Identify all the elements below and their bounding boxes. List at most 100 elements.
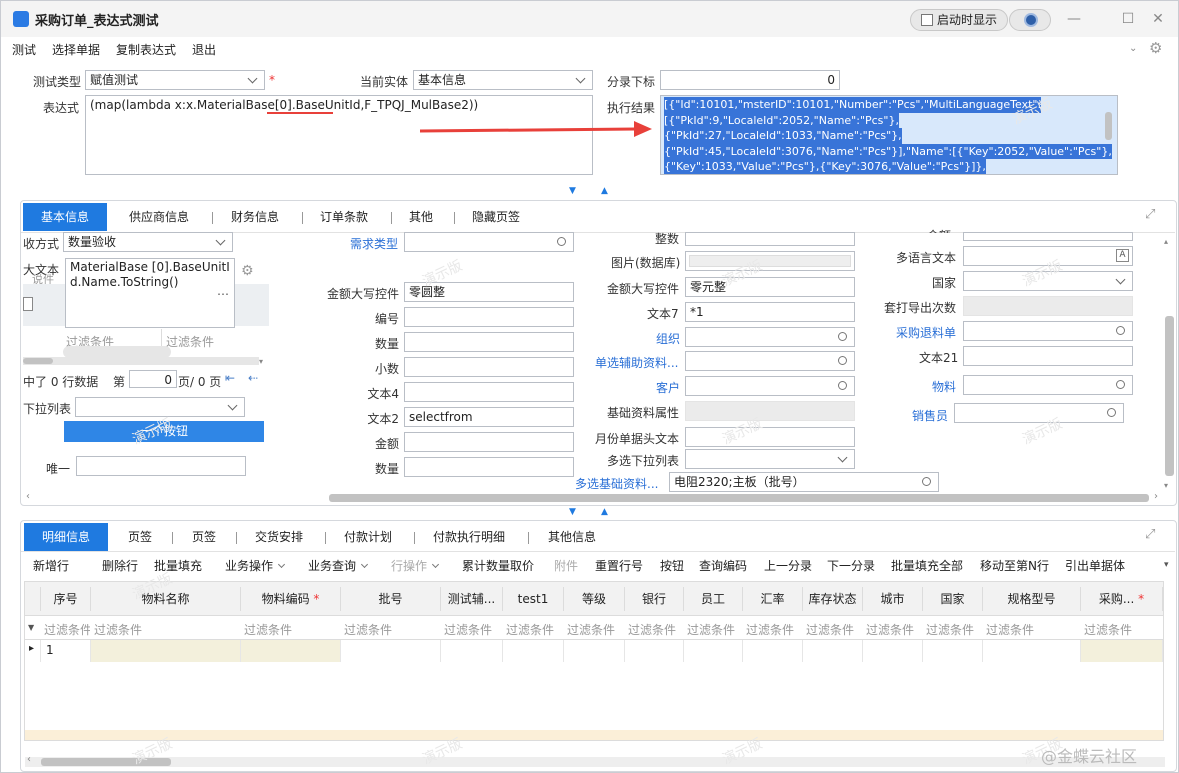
dropdown-select[interactable] — [75, 397, 245, 417]
subgrid-filter[interactable]: 过滤条件 — [166, 333, 214, 350]
column-header[interactable]: 汇率 — [743, 587, 803, 611]
grid-cell[interactable] — [441, 640, 503, 662]
settings-gear-icon[interactable]: ⚙ — [1149, 39, 1162, 57]
column-header[interactable]: 规格型号 — [983, 587, 1081, 611]
column-header[interactable]: 等级 — [564, 587, 625, 611]
unique-input[interactable] — [76, 456, 246, 476]
field-input[interactable]: selectfrom — [404, 407, 574, 427]
toolbar-item[interactable]: 删除行 — [102, 557, 138, 574]
test-type-select[interactable]: 赋值测试 — [85, 70, 265, 90]
toolbar-item[interactable]: 查询编码 — [699, 557, 747, 574]
grid-cell[interactable] — [863, 640, 923, 662]
grid-cell[interactable] — [923, 640, 983, 662]
filter-cell[interactable]: 过滤条件 — [94, 621, 240, 638]
bigtext-input[interactable]: MaterialBase [0].BaseUnitId.Name.ToStrin… — [65, 258, 235, 328]
menu-exit[interactable]: 退出 — [192, 41, 216, 58]
expand-icon[interactable]: ⤢ — [1145, 207, 1155, 222]
panel-vscroll-thumb[interactable] — [1165, 316, 1174, 476]
subgrid-scroll-down-icon[interactable]: ▾ — [259, 357, 263, 366]
toolbar-item[interactable]: 按钮 — [660, 557, 684, 574]
filter-cell[interactable]: 过滤条件 — [444, 621, 502, 638]
more-icon[interactable]: … — [217, 284, 229, 298]
toolbar-item[interactable]: 附件 — [554, 557, 578, 574]
panel-scroll-down-icon[interactable]: ▾ — [1164, 481, 1168, 490]
filter-cell[interactable]: 过滤条件 — [687, 621, 742, 638]
table-row[interactable]: ▸ 1 — [25, 640, 1163, 662]
tab-payment-plan[interactable]: 付款计划 — [344, 523, 392, 551]
customer-input[interactable] — [685, 376, 855, 396]
filter-cell[interactable]: 过滤条件 — [44, 621, 90, 638]
multi-basic-input[interactable]: 电阻2320;主板（批号） — [669, 472, 939, 492]
org-input[interactable] — [685, 327, 855, 347]
filter-cell[interactable]: 过滤条件 — [567, 621, 624, 638]
tab-page1[interactable]: 页签 — [128, 523, 152, 551]
grid-cell[interactable] — [743, 640, 803, 662]
toolbar-item[interactable]: 移动至第N行 — [980, 557, 1049, 574]
text7-input[interactable]: *1 — [685, 302, 855, 322]
startup-toggle[interactable]: 启动时显示 — [910, 9, 1008, 31]
toolbar-item[interactable]: 业务查询 — [308, 557, 369, 574]
column-header[interactable]: 测试辅... — [441, 587, 503, 611]
column-header[interactable] — [25, 587, 41, 611]
toolbar-item[interactable]: 新增行 — [33, 557, 69, 574]
column-header[interactable]: 库存状态 — [803, 587, 863, 611]
field-input[interactable] — [404, 332, 574, 352]
column-header[interactable]: test1 — [503, 587, 564, 611]
tab-other[interactable]: 其他 — [409, 203, 433, 231]
first-page-icon[interactable]: ⇤ — [225, 371, 235, 385]
subgrid-checkbox[interactable] — [23, 297, 33, 311]
tab-basic-info[interactable]: 基本信息 — [23, 203, 107, 231]
expand-icon[interactable]: ⤢ — [1145, 527, 1155, 542]
collapse-down-icon[interactable]: ▼ — [569, 507, 576, 517]
startup-checkbox[interactable] — [921, 14, 933, 26]
column-header[interactable]: 物料编码 * — [241, 587, 341, 611]
receive-method-select[interactable]: 数量验收 — [63, 232, 233, 252]
toolbar-item[interactable]: 上一分录 — [764, 557, 812, 574]
grid-cell[interactable] — [503, 640, 564, 662]
toolbar-item[interactable]: 引出单据体 — [1065, 557, 1125, 574]
filter-cell[interactable]: 过滤条件 — [506, 621, 563, 638]
tab-order-terms[interactable]: 订单条款 — [320, 203, 368, 231]
image-field[interactable] — [685, 251, 855, 271]
multi-dropdown-select[interactable] — [685, 449, 855, 469]
menu-select-bill[interactable]: 选择单据 — [52, 41, 100, 58]
grid-cell[interactable] — [564, 640, 625, 662]
money-input[interactable] — [963, 232, 1133, 241]
grid-cell[interactable] — [1081, 640, 1163, 662]
tab-detail-info[interactable]: 明细信息 — [24, 523, 108, 551]
filter-icon[interactable]: ▼ — [28, 623, 40, 632]
field-input[interactable] — [404, 457, 574, 477]
amount-caps-input[interactable]: 零元整 — [685, 277, 855, 297]
field-input[interactable] — [404, 357, 574, 377]
subgrid-hscroll-thumb[interactable] — [23, 358, 53, 364]
toolbar-item[interactable]: 批量填充全部 — [891, 557, 963, 574]
return-order-input[interactable] — [963, 321, 1133, 341]
month-text-input[interactable] — [685, 427, 855, 447]
column-header[interactable]: 国家 — [923, 587, 983, 611]
text21-input[interactable] — [963, 346, 1133, 366]
column-header[interactable]: 批号 — [341, 587, 441, 611]
close-icon[interactable]: ✕ — [1147, 9, 1169, 29]
integer-input[interactable] — [685, 232, 855, 246]
filter-cell[interactable]: 过滤条件 — [986, 621, 1080, 638]
grid-cell[interactable] — [241, 640, 341, 662]
field-input[interactable] — [404, 432, 574, 452]
index-input[interactable]: 0 — [660, 70, 840, 90]
filter-cell[interactable]: 过滤条件 — [1084, 621, 1162, 638]
tab-hidden[interactable]: 隐藏页签 — [472, 203, 520, 231]
field-input[interactable] — [404, 382, 574, 402]
filter-cell[interactable]: 过滤条件 — [746, 621, 802, 638]
grid-cell[interactable] — [803, 640, 863, 662]
subgrid-slider[interactable] — [63, 346, 171, 358]
toolbar-item[interactable]: 累计数量取价 — [462, 557, 534, 574]
toolbar-item[interactable]: 重置行号 — [595, 557, 643, 574]
toolbar-item[interactable]: 下一分录 — [827, 557, 875, 574]
language-icon[interactable]: A — [1116, 249, 1129, 262]
filter-cell[interactable]: 过滤条件 — [866, 621, 922, 638]
collapse-icon[interactable]: ⌄ — [1129, 43, 1137, 54]
column-header[interactable]: 序号 — [41, 587, 91, 611]
language-button[interactable] — [1009, 9, 1051, 31]
page-input[interactable]: 0 — [129, 370, 177, 388]
grid-cell[interactable] — [341, 640, 441, 662]
panel-hscroll-thumb[interactable] — [329, 494, 1149, 502]
